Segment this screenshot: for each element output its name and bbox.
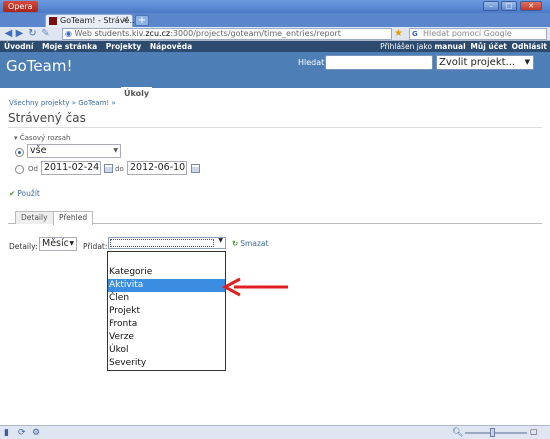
- url-web-label: Web: [74, 29, 92, 38]
- detail-value: Měsíc: [42, 238, 69, 249]
- from-date-input[interactable]: 2011-02-24: [41, 161, 101, 175]
- clear-button[interactable]: ↻ Smazat: [232, 239, 268, 248]
- settings-icon[interactable]: ⚙: [32, 428, 40, 438]
- url-domain: zcu.cz: [145, 29, 171, 38]
- url-prefix: students.kiv.: [94, 29, 146, 38]
- panel-toggle-icon[interactable]: ▮: [4, 428, 9, 438]
- project-jump-value: Zvolit projekt...: [439, 57, 516, 68]
- edit-icon[interactable]: ✎: [40, 28, 51, 39]
- chevron-down-icon: ▼: [113, 147, 118, 154]
- star-icon[interactable]: ★: [394, 28, 403, 40]
- maximize-button[interactable]: □: [501, 1, 517, 11]
- date-range-legend[interactable]: ▾ Časový rozsah: [14, 134, 70, 142]
- back-icon[interactable]: ◀: [3, 28, 14, 39]
- google-icon: G: [412, 30, 418, 38]
- window-titlebar: Opera – □ ✕: [0, 0, 550, 13]
- red-arrow: [222, 277, 288, 297]
- top-menu-help[interactable]: Nápověda: [150, 42, 192, 51]
- dropdown-option[interactable]: Projekt: [108, 305, 225, 318]
- menu-files[interactable]: Soubory: [287, 87, 324, 100]
- clear-icon: ↻: [232, 239, 239, 248]
- logged-in-user[interactable]: manual: [434, 42, 465, 51]
- new-tab-button[interactable]: +: [135, 15, 149, 26]
- apply-button[interactable]: ✔ Použít: [9, 189, 40, 198]
- period-radio[interactable]: [15, 148, 24, 157]
- period-value: vše: [30, 145, 47, 156]
- reload-icon[interactable]: ↻: [27, 28, 38, 39]
- check-icon: ✔: [9, 189, 16, 198]
- page-title: Strávený čas: [8, 111, 86, 125]
- detail-select[interactable]: Měsíc ▼: [39, 237, 77, 251]
- top-menu-home[interactable]: Úvodní: [4, 42, 33, 51]
- url-input[interactable]: ◉ Web students.kiv.zcu.cz:3000/projects/…: [62, 28, 392, 40]
- browser-tab[interactable]: GoTeam! - Strávě... ×: [45, 14, 137, 27]
- search-input[interactable]: [325, 55, 433, 70]
- add-criteria-select[interactable]: ▼: [108, 237, 226, 249]
- zoom-slider[interactable]: [465, 432, 527, 434]
- menu-news[interactable]: Novinky: [212, 87, 248, 100]
- menu-wiki[interactable]: Wiki: [258, 87, 278, 100]
- criteria-dropdown-list: Kategorie Aktivita Člen Projekt Fronta V…: [107, 251, 226, 371]
- calendar-icon[interactable]: [191, 164, 200, 173]
- dropdown-option[interactable]: Kategorie: [108, 266, 225, 279]
- report-tabs: Detaily Přehled: [8, 211, 542, 225]
- dropdown-option[interactable]: Severity: [108, 357, 225, 370]
- period-select[interactable]: vše ▼: [27, 144, 121, 158]
- opera-menu-button[interactable]: Opera: [3, 1, 38, 12]
- menu-repository[interactable]: Repository: [336, 87, 385, 100]
- info-icon: ◉: [65, 29, 72, 38]
- chevron-down-icon: ▼: [218, 237, 223, 244]
- top-menu-projects[interactable]: Projekty: [106, 42, 141, 51]
- chevron-down-icon: ▼: [524, 58, 530, 66]
- tab-bar: GoTeam! - Strávě... × +: [0, 13, 550, 27]
- chevron-down-icon: ▼: [69, 240, 74, 247]
- detail-label: Detaily:: [9, 242, 38, 251]
- dropdown-option[interactable]: Fronta: [108, 318, 225, 331]
- close-window-button[interactable]: ✕: [520, 1, 542, 11]
- to-label: do: [115, 165, 124, 173]
- calendar-icon[interactable]: [104, 164, 113, 173]
- from-label: Od: [28, 165, 38, 173]
- favicon-icon: [49, 17, 57, 25]
- logout-link[interactable]: Odhlásit: [512, 42, 547, 51]
- date-range-radio[interactable]: [15, 165, 24, 174]
- focus-ring: [110, 239, 214, 247]
- to-date-input[interactable]: 2012-06-10: [127, 161, 187, 175]
- breadcrumb[interactable]: Všechny projekty » GoTeam! »: [9, 99, 116, 107]
- my-account-link[interactable]: Můj účet: [470, 42, 506, 51]
- address-bar: ◀ ▶ ↻ ✎ ◉ Web students.kiv.zcu.cz:3000/p…: [0, 27, 550, 41]
- search-engine-input[interactable]: G Hledat pomocí Google: [409, 28, 547, 40]
- tab-report[interactable]: Přehled: [53, 211, 94, 225]
- heading-divider: [8, 127, 542, 128]
- menu-new-issue[interactable]: Nový úkol: [162, 87, 206, 100]
- url-path: :3000/projects/goteam/time_entries/repor…: [170, 29, 341, 38]
- zoom-icon: 🔍︎: [452, 428, 464, 438]
- project-jump-select[interactable]: Zvolit projekt... ▼: [436, 55, 534, 70]
- main-menu: Přehled Aktivita Plán Úkoly Nový úkol No…: [0, 75, 550, 100]
- add-label: Přidat:: [83, 242, 108, 251]
- tab-details[interactable]: Detaily: [15, 211, 54, 224]
- project-title: GoTeam!: [6, 57, 73, 75]
- dropdown-option[interactable]: Úkol: [108, 344, 225, 357]
- tab-close-icon[interactable]: ×: [122, 15, 129, 24]
- dropdown-option[interactable]: Člen: [108, 292, 225, 305]
- menu-issues[interactable]: Úkoly: [121, 87, 153, 100]
- minimize-button[interactable]: –: [483, 1, 499, 11]
- search-placeholder: Hledat pomocí Google: [423, 29, 512, 38]
- top-menu: Úvodní Moje stránka Projekty Nápověda Př…: [0, 41, 550, 52]
- dropdown-option[interactable]: Verze: [108, 331, 225, 344]
- top-menu-my-page[interactable]: Moje stránka: [42, 42, 97, 51]
- zoom-reset-icon[interactable]: ▢: [530, 427, 538, 436]
- status-bar: ▮ ⟳ ⚙ 🔍︎ ▢: [0, 425, 550, 439]
- forward-icon[interactable]: ▶: [14, 28, 25, 39]
- sync-icon[interactable]: ⟳: [18, 428, 26, 438]
- dropdown-option-highlighted[interactable]: Aktivita: [108, 279, 225, 292]
- search-label: Hledat:: [298, 58, 327, 67]
- zoom-slider-thumb[interactable]: [490, 428, 495, 437]
- logged-in-label: Přihlášen jako: [380, 42, 433, 51]
- page-viewport: Úvodní Moje stránka Projekty Nápověda Př…: [0, 41, 550, 425]
